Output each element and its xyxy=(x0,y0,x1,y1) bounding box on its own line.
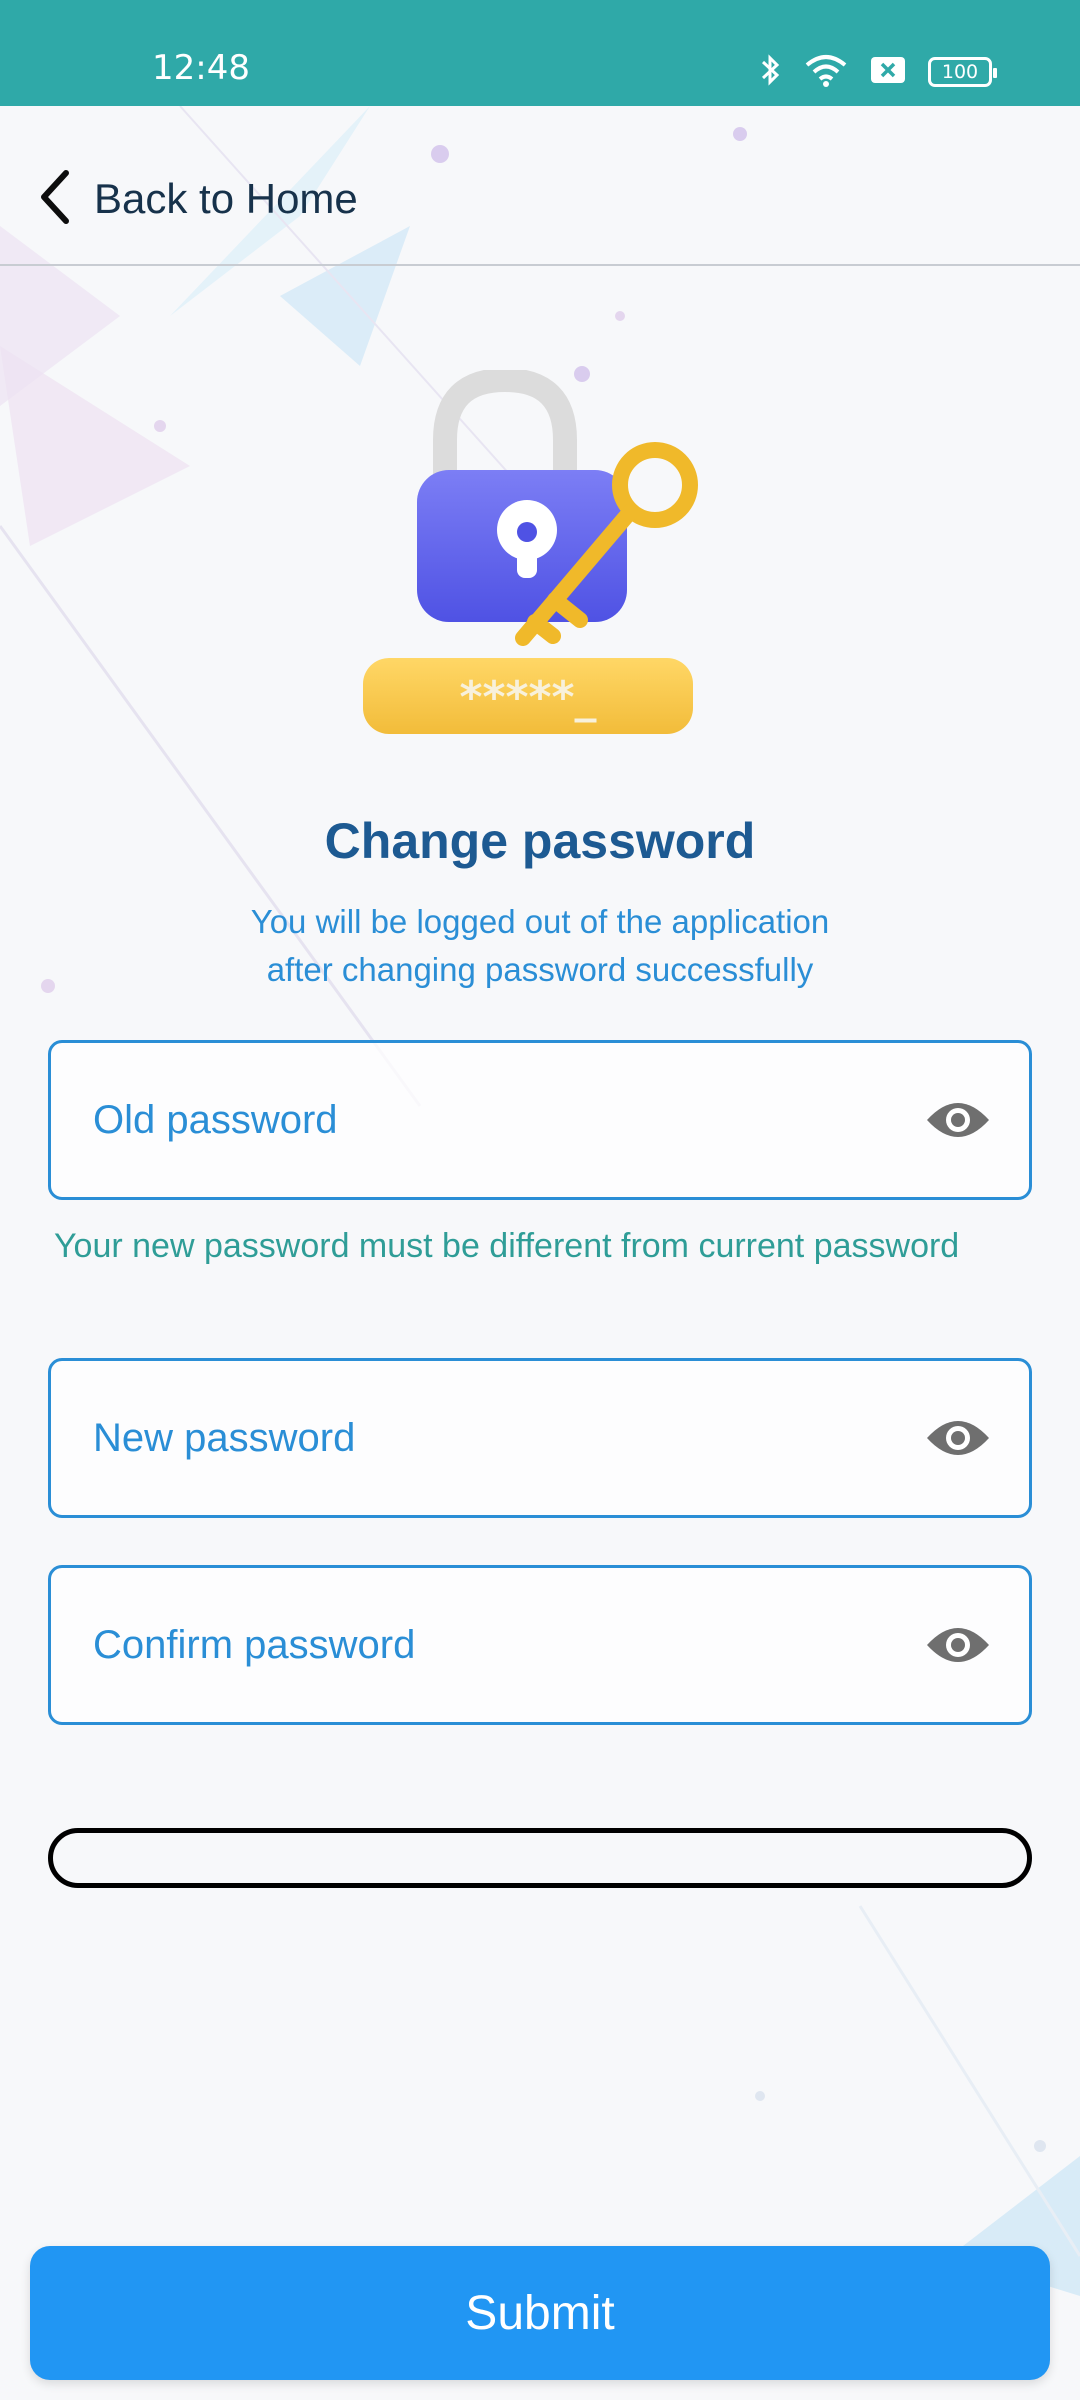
back-to-home-button[interactable]: Back to Home xyxy=(36,164,358,234)
old-password-input[interactable] xyxy=(93,1097,923,1143)
confirm-password-field[interactable] xyxy=(48,1565,1032,1725)
empty-outlined-bar xyxy=(48,1828,1032,1888)
password-mask-text: *****_ xyxy=(459,672,596,723)
page-title: Change password xyxy=(324,813,756,869)
subtitle-line-2: after changing password successfully xyxy=(266,951,814,988)
confirm-password-input[interactable] xyxy=(93,1622,923,1668)
password-hint: Your new password must be different from… xyxy=(54,1227,960,1265)
lock-with-key-illustration: *****_ xyxy=(363,370,698,734)
status-bar: 12:48 100 xyxy=(0,0,1080,106)
sim-x-icon xyxy=(870,55,906,90)
page-subtitle: You will be logged out of the applicatio… xyxy=(140,898,940,994)
back-label: Back to Home xyxy=(94,175,358,222)
submit-button[interactable]: Submit xyxy=(30,2246,1050,2380)
header: Back to Home xyxy=(0,106,1080,266)
battery-icon: 100 xyxy=(928,57,997,87)
eye-icon[interactable] xyxy=(923,1095,993,1145)
subtitle-line-1: You will be logged out of the applicatio… xyxy=(250,903,830,940)
old-password-field[interactable] xyxy=(48,1040,1032,1200)
eye-icon[interactable] xyxy=(923,1620,993,1670)
wifi-icon xyxy=(804,53,848,92)
chevron-left-icon xyxy=(36,168,74,231)
status-time: 12:48 xyxy=(152,48,250,88)
status-icons: 100 xyxy=(760,53,997,92)
eye-icon[interactable] xyxy=(923,1413,993,1463)
new-password-field[interactable] xyxy=(48,1358,1032,1518)
new-password-input[interactable] xyxy=(93,1415,923,1461)
bluetooth-icon xyxy=(760,53,782,92)
